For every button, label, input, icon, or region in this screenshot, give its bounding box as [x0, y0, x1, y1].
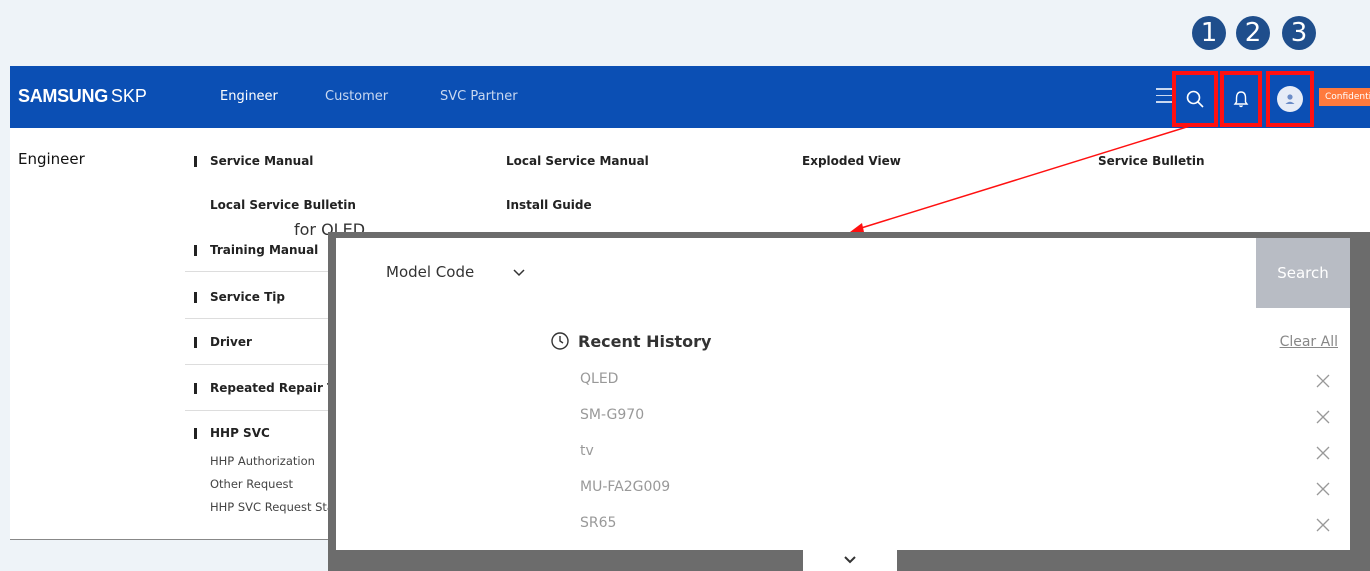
- profile-button[interactable]: [1266, 71, 1314, 127]
- callout-1: 1: [1192, 16, 1226, 50]
- user-icon: [1277, 86, 1303, 112]
- bell-icon: [1233, 91, 1249, 108]
- nav-svc-partner[interactable]: SVC Partner: [440, 89, 518, 104]
- menu-training-manual[interactable]: Training Manual: [193, 243, 318, 257]
- clear-all-link[interactable]: Clear All: [1280, 334, 1338, 350]
- search-submit-button[interactable]: Search: [1256, 238, 1350, 308]
- close-icon[interactable]: [1316, 482, 1330, 496]
- divider: [185, 410, 345, 411]
- search-button[interactable]: [1172, 71, 1218, 127]
- menu-install-guide[interactable]: Install Guide: [506, 198, 592, 212]
- menu-service-manual[interactable]: Service Manual: [193, 154, 313, 168]
- menu-driver[interactable]: Driver: [194, 335, 252, 349]
- menu-exploded-view[interactable]: Exploded View: [802, 154, 901, 168]
- history-item[interactable]: QLED: [580, 371, 618, 387]
- menu-service-tip[interactable]: Service Tip: [194, 290, 285, 304]
- menu-icon[interactable]: [1156, 88, 1172, 104]
- history-item[interactable]: SM-G970: [580, 407, 644, 423]
- menu-local-service-bulletin[interactable]: Local Service Bulletin: [210, 198, 356, 212]
- logo[interactable]: SAMSUNG SKP: [18, 86, 147, 107]
- chevron-down-icon[interactable]: [512, 266, 526, 280]
- close-icon[interactable]: [1316, 518, 1330, 532]
- close-icon[interactable]: [1316, 446, 1330, 460]
- search-panel: Model Code Search Recent History Clear A…: [336, 238, 1350, 550]
- divider: [185, 271, 345, 272]
- history-item[interactable]: tv: [580, 443, 594, 459]
- model-code-select[interactable]: Model Code: [386, 263, 474, 281]
- nav-customer[interactable]: Customer: [325, 89, 388, 104]
- clock-icon: [551, 332, 569, 350]
- chevron-down-icon: [844, 556, 856, 564]
- menu-hhp-svc-request-status[interactable]: HHP SVC Request Statu: [210, 500, 346, 514]
- search-icon: [1186, 90, 1204, 108]
- recent-history-title: Recent History: [578, 331, 712, 351]
- divider: [185, 364, 345, 365]
- menu-hhp-authorization[interactable]: HHP Authorization: [210, 454, 315, 468]
- menu-local-service-manual[interactable]: Local Service Manual: [506, 154, 649, 168]
- menu-hhp-svc[interactable]: HHP SVC: [194, 426, 270, 440]
- close-icon[interactable]: [1316, 410, 1330, 424]
- logo-product: SKP: [110, 86, 147, 106]
- menu-other-request[interactable]: Other Request: [210, 477, 293, 491]
- recent-history-header: Recent History: [550, 331, 711, 351]
- logo-brand: SAMSUNG: [18, 86, 108, 106]
- history-item[interactable]: SR65: [580, 515, 616, 531]
- callout-3: 3: [1282, 16, 1316, 50]
- top-header: SAMSUNG SKP Engineer Customer SVC Partner…: [10, 66, 1370, 128]
- notification-button[interactable]: [1220, 71, 1262, 127]
- menu-service-bulletin[interactable]: Service Bulletin: [1098, 154, 1205, 168]
- confidential-badge: Confidential: [1319, 88, 1370, 106]
- mega-menu-title: Engineer: [18, 150, 85, 168]
- history-item[interactable]: MU-FA2G009: [580, 479, 670, 495]
- close-icon[interactable]: [1316, 374, 1330, 388]
- divider: [185, 318, 345, 319]
- nav-engineer[interactable]: Engineer: [220, 89, 278, 104]
- callout-2: 2: [1236, 16, 1270, 50]
- collapse-panel-button[interactable]: [803, 549, 897, 571]
